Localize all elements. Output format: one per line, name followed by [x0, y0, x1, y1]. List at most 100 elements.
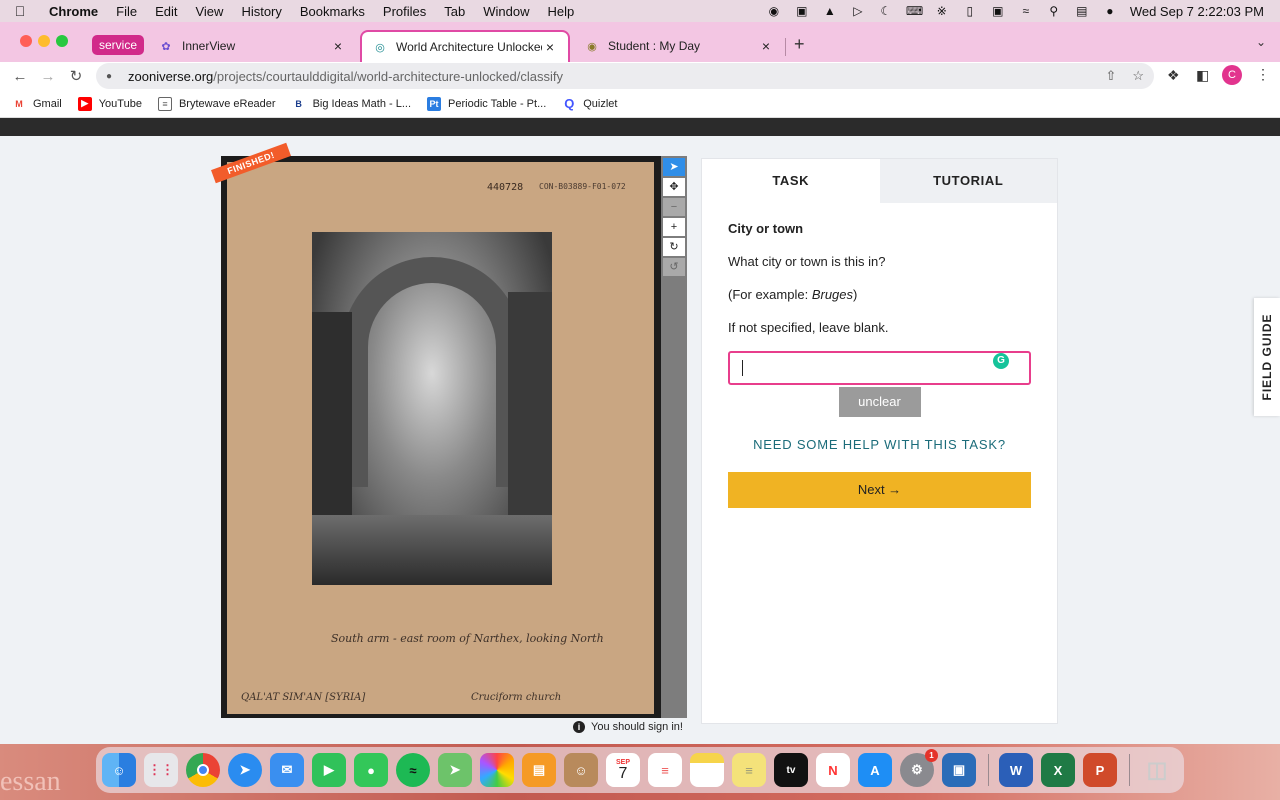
- menu-view[interactable]: View: [186, 4, 232, 19]
- powerpoint-icon[interactable]: P: [1083, 753, 1117, 787]
- trash-icon[interactable]: ◫: [1140, 753, 1174, 787]
- books-icon[interactable]: ▤: [522, 753, 556, 787]
- spotify-icon[interactable]: ≈: [396, 753, 430, 787]
- launchpad-icon[interactable]: ⋮⋮: [144, 753, 178, 787]
- moon-icon[interactable]: ☾: [878, 4, 894, 18]
- sheet-code: CON-B03889-F01-072: [539, 182, 626, 191]
- reset-view-icon[interactable]: ↺: [663, 258, 685, 276]
- city-answer-input[interactable]: G: [728, 351, 1031, 385]
- rotate-icon[interactable]: ↻: [663, 238, 685, 256]
- tab-close-icon[interactable]: ×: [758, 38, 774, 54]
- delta-icon[interactable]: ▲: [822, 4, 838, 18]
- facetime-icon[interactable]: ▶: [312, 753, 346, 787]
- extensions-puzzle-icon[interactable]: ❖: [1167, 67, 1180, 84]
- play-icon[interactable]: ▷: [850, 4, 866, 18]
- bookmark-gmail[interactable]: M Gmail: [12, 97, 61, 111]
- news-icon[interactable]: N: [816, 753, 850, 787]
- keyboard-icon[interactable]: ⌨: [906, 4, 923, 18]
- word-icon[interactable]: W: [999, 753, 1033, 787]
- maps-icon[interactable]: ➤: [438, 753, 472, 787]
- zooniverse-page: 440728 CON-B03889-F01-072 South arm - ea…: [0, 118, 1280, 744]
- grammarly-icon[interactable]: G: [993, 353, 1009, 369]
- control-center-icon[interactable]: ▤: [1074, 4, 1090, 18]
- side-panel-icon[interactable]: ◧: [1196, 67, 1209, 84]
- profile-avatar[interactable]: C: [1222, 65, 1242, 85]
- tab-task[interactable]: TASK: [702, 159, 880, 203]
- next-button[interactable]: Next →: [728, 472, 1031, 508]
- address-bar[interactable]: ● zooniverse.org /projects/courtaulddigi…: [96, 63, 1154, 89]
- contacts-icon[interactable]: ☺: [564, 753, 598, 787]
- tab-tutorial[interactable]: TUTORIAL: [879, 159, 1057, 203]
- bookmark-periodic-table[interactable]: Pt Periodic Table - Pt...: [427, 96, 546, 111]
- bookmark-youtube[interactable]: ▶ YouTube: [77, 96, 142, 111]
- zoom-out-icon[interactable]: −: [663, 198, 685, 216]
- bookmark-brytewave[interactable]: ≡ Brytewave eReader: [157, 96, 276, 111]
- pointer-tool-icon[interactable]: ➤: [663, 158, 685, 176]
- chevron-down-icon[interactable]: ⌄: [1256, 35, 1266, 49]
- new-tab-button[interactable]: +: [794, 34, 805, 55]
- forward-arrow-icon[interactable]: →: [34, 68, 62, 85]
- apple-tv-icon[interactable]: tv: [774, 753, 808, 787]
- photos-icon[interactable]: [480, 753, 514, 787]
- back-arrow-icon[interactable]: ←: [6, 68, 34, 85]
- menu-file[interactable]: File: [107, 4, 146, 19]
- mail-icon[interactable]: ✉: [270, 753, 304, 787]
- siri-icon[interactable]: ●: [1102, 4, 1118, 18]
- document-icon: ≡: [157, 96, 172, 111]
- tab-close-icon[interactable]: ×: [330, 38, 346, 54]
- unclear-button[interactable]: unclear: [838, 387, 921, 417]
- apple-menu-icon[interactable]: : [0, 3, 40, 19]
- signin-notice[interactable]: i You should sign in!: [573, 721, 683, 733]
- menu-profiles[interactable]: Profiles: [374, 4, 435, 19]
- battery-icon[interactable]: ▯: [962, 4, 978, 18]
- notes-icon[interactable]: [690, 753, 724, 787]
- menu-app-name[interactable]: Chrome: [40, 4, 107, 19]
- menu-window[interactable]: Window: [474, 4, 538, 19]
- tab-close-icon[interactable]: ×: [542, 39, 558, 55]
- safari-icon[interactable]: ➤: [228, 753, 262, 787]
- bluetooth-icon[interactable]: ※: [934, 4, 950, 18]
- tab-world-architecture[interactable]: ◎ World Architecture Unlocked ×: [360, 30, 570, 62]
- system-settings-icon[interactable]: ⚙ 1: [900, 749, 938, 787]
- creative-cloud-icon[interactable]: ◉: [766, 4, 782, 18]
- spotlight-search-icon[interactable]: ⚲: [1046, 4, 1062, 18]
- wifi-icon[interactable]: ≈: [1018, 4, 1034, 18]
- tab-student-my-day[interactable]: ◉ Student : My Day ×: [574, 30, 784, 62]
- app-store-icon[interactable]: A: [858, 753, 892, 787]
- menu-edit[interactable]: Edit: [146, 4, 186, 19]
- menu-clock[interactable]: Wed Sep 7 2:22:03 PM: [1130, 4, 1264, 19]
- menu-tab[interactable]: Tab: [435, 4, 474, 19]
- bookmark-quizlet[interactable]: Q Quizlet: [562, 96, 617, 111]
- chrome-icon[interactable]: [186, 753, 220, 787]
- help-link[interactable]: NEED SOME HELP WITH THIS TASK?: [728, 437, 1031, 452]
- messages-icon[interactable]: ●: [354, 753, 388, 787]
- hero-strip: [0, 118, 1280, 136]
- lock-icon[interactable]: ●: [106, 71, 120, 82]
- menu-history[interactable]: History: [232, 4, 290, 19]
- app-s-icon[interactable]: ▣: [794, 4, 810, 18]
- calendar-icon[interactable]: SEP 7: [606, 753, 640, 787]
- zoom-in-icon[interactable]: +: [663, 218, 685, 236]
- finder-icon[interactable]: ☺: [102, 753, 136, 787]
- move-tool-icon[interactable]: ✥: [663, 178, 685, 196]
- subject-viewer[interactable]: 440728 CON-B03889-F01-072 South arm - ea…: [221, 156, 661, 718]
- menu-bookmarks[interactable]: Bookmarks: [291, 4, 374, 19]
- bookmark-big-ideas-math[interactable]: B Big Ideas Math - L...: [292, 97, 411, 111]
- window-minimize-button[interactable]: [38, 35, 50, 47]
- screen-mirror-icon[interactable]: ▣: [990, 4, 1006, 18]
- tab-group-chip[interactable]: service: [92, 35, 145, 55]
- window-close-button[interactable]: [20, 35, 32, 47]
- reload-icon[interactable]: ↻: [62, 67, 90, 85]
- share-icon[interactable]: ⇧: [1105, 68, 1116, 84]
- more-menu-icon[interactable]: ⋮: [1256, 66, 1270, 83]
- window-zoom-button[interactable]: [56, 35, 68, 47]
- screen-app-icon[interactable]: ▣: [942, 753, 976, 787]
- tab-innerview[interactable]: ✿ InnerView ×: [148, 30, 356, 62]
- excel-icon[interactable]: X: [1041, 753, 1075, 787]
- stickies-icon[interactable]: ≡: [732, 753, 766, 787]
- star-bookmark-icon[interactable]: ☆: [1132, 68, 1144, 84]
- menu-help[interactable]: Help: [539, 4, 584, 19]
- field-guide-tab[interactable]: FIELD GUIDE: [1254, 298, 1280, 416]
- reminders-icon[interactable]: ≡: [648, 753, 682, 787]
- innerview-favicon-icon: ✿: [161, 40, 171, 53]
